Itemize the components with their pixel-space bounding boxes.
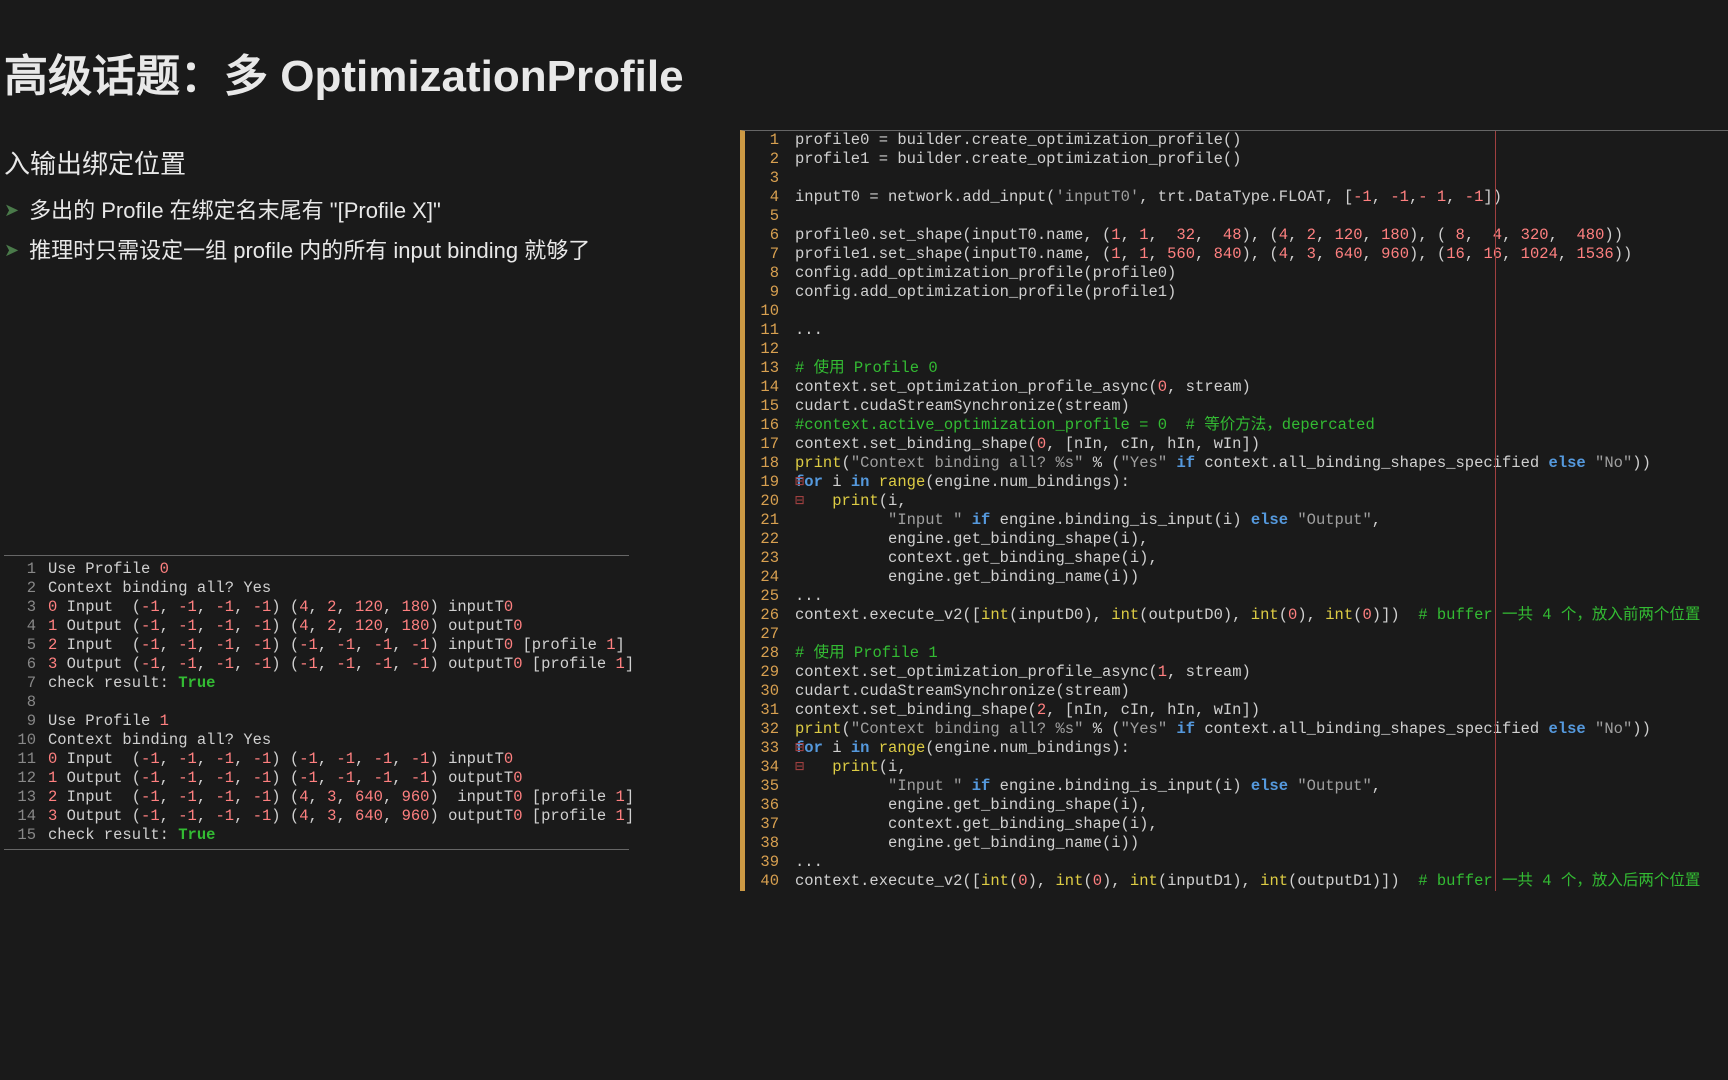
output-line: 10Context binding all? Yes [4, 731, 629, 750]
source-line: 18print("Context binding all? %s" % ("Ye… [745, 454, 1728, 473]
source-line: 1profile0 = builder.create_optimization_… [745, 131, 1728, 150]
source-line: 30cudart.cudaStreamSynchronize(stream) [745, 682, 1728, 701]
source-line: 32print("Context binding all? %s" % ("Ye… [745, 720, 1728, 739]
output-code-panel: 1Use Profile 02Context binding all? Yes3… [4, 555, 629, 850]
source-line: 17context.set_binding_shape(0, [nIn, cIn… [745, 435, 1728, 454]
output-line: 2Context binding all? Yes [4, 579, 629, 598]
bullet-icon: ➤ [4, 196, 19, 224]
bullet-item: ➤ 多出的 Profile 在绑定名末尾有 "[Profile X]" [4, 196, 720, 226]
source-line: 16#context.active_optimization_profile =… [745, 416, 1728, 435]
source-line: 22 engine.get_binding_shape(i), [745, 530, 1728, 549]
bullet-icon: ➤ [4, 236, 19, 264]
source-line: 10 [745, 302, 1728, 321]
source-line: 37 context.get_binding_shape(i), [745, 815, 1728, 834]
source-line: 4inputT0 = network.add_input('inputT0', … [745, 188, 1728, 207]
source-line: 11... [745, 321, 1728, 340]
source-line: 33⊟for i in range(engine.num_bindings): [745, 739, 1728, 758]
output-line: 110 Input (-1, -1, -1, -1) (-1, -1, -1, … [4, 750, 629, 769]
source-code-panel: 1profile0 = builder.create_optimization_… [740, 130, 1728, 891]
bullet-text: 推理时只需设定一组 profile 内的所有 input binding 就够了 [29, 236, 590, 266]
output-line: 9Use Profile 1 [4, 712, 629, 731]
output-line: 143 Output (-1, -1, -1, -1) (4, 3, 640, … [4, 807, 629, 826]
output-line: 121 Output (-1, -1, -1, -1) (-1, -1, -1,… [4, 769, 629, 788]
source-line: 39... [745, 853, 1728, 872]
output-line: 41 Output (-1, -1, -1, -1) (4, 2, 120, 1… [4, 617, 629, 636]
output-line: 132 Input (-1, -1, -1, -1) (4, 3, 640, 9… [4, 788, 629, 807]
source-line: 5 [745, 207, 1728, 226]
source-line: 35 "Input " if engine.binding_is_input(i… [745, 777, 1728, 796]
source-line: 19⊟for i in range(engine.num_bindings): [745, 473, 1728, 492]
output-line: 52 Input (-1, -1, -1, -1) (-1, -1, -1, -… [4, 636, 629, 655]
source-line: 14context.set_optimization_profile_async… [745, 378, 1728, 397]
source-line: 25... [745, 587, 1728, 606]
source-line: 23 context.get_binding_shape(i), [745, 549, 1728, 568]
source-line: 20⊟ print(i, [745, 492, 1728, 511]
source-line: 26context.execute_v2([int(inputD0), int(… [745, 606, 1728, 625]
source-line: 27 [745, 625, 1728, 644]
output-line: 7check result: True [4, 674, 629, 693]
source-line: 7profile1.set_shape(inputT0.name, (1, 1,… [745, 245, 1728, 264]
source-line: 15cudart.cudaStreamSynchronize(stream) [745, 397, 1728, 416]
source-line: 12 [745, 340, 1728, 359]
source-line: 6profile0.set_shape(inputT0.name, (1, 1,… [745, 226, 1728, 245]
source-line: 13# 使用 Profile 0 [745, 359, 1728, 378]
output-line: 1Use Profile 0 [4, 560, 629, 579]
source-line: 28# 使用 Profile 1 [745, 644, 1728, 663]
source-line: 40context.execute_v2([int(0), int(0), in… [745, 872, 1728, 891]
subtitle: 入输出绑定位置 [4, 144, 720, 181]
output-line: 8 [4, 693, 629, 712]
source-line: 31context.set_binding_shape(2, [nIn, cIn… [745, 701, 1728, 720]
bullet-item: ➤ 推理时只需设定一组 profile 内的所有 input binding 就… [4, 236, 720, 266]
output-line: 63 Output (-1, -1, -1, -1) (-1, -1, -1, … [4, 655, 629, 674]
output-line: 15check result: True [4, 826, 629, 845]
output-line: 30 Input (-1, -1, -1, -1) (4, 2, 120, 18… [4, 598, 629, 617]
source-line: 3 [745, 169, 1728, 188]
source-line: 24 engine.get_binding_name(i)) [745, 568, 1728, 587]
source-line: 21 "Input " if engine.binding_is_input(i… [745, 511, 1728, 530]
source-line: 34⊟ print(i, [745, 758, 1728, 777]
source-line: 36 engine.get_binding_shape(i), [745, 796, 1728, 815]
source-line: 8config.add_optimization_profile(profile… [745, 264, 1728, 283]
source-line: 2profile1 = builder.create_optimization_… [745, 150, 1728, 169]
source-line: 38 engine.get_binding_name(i)) [745, 834, 1728, 853]
page-title: 高级话题：多 OptimizationProfile [4, 0, 720, 124]
source-line: 9config.add_optimization_profile(profile… [745, 283, 1728, 302]
bullet-text: 多出的 Profile 在绑定名末尾有 "[Profile X]" [29, 196, 441, 226]
source-line: 29context.set_optimization_profile_async… [745, 663, 1728, 682]
